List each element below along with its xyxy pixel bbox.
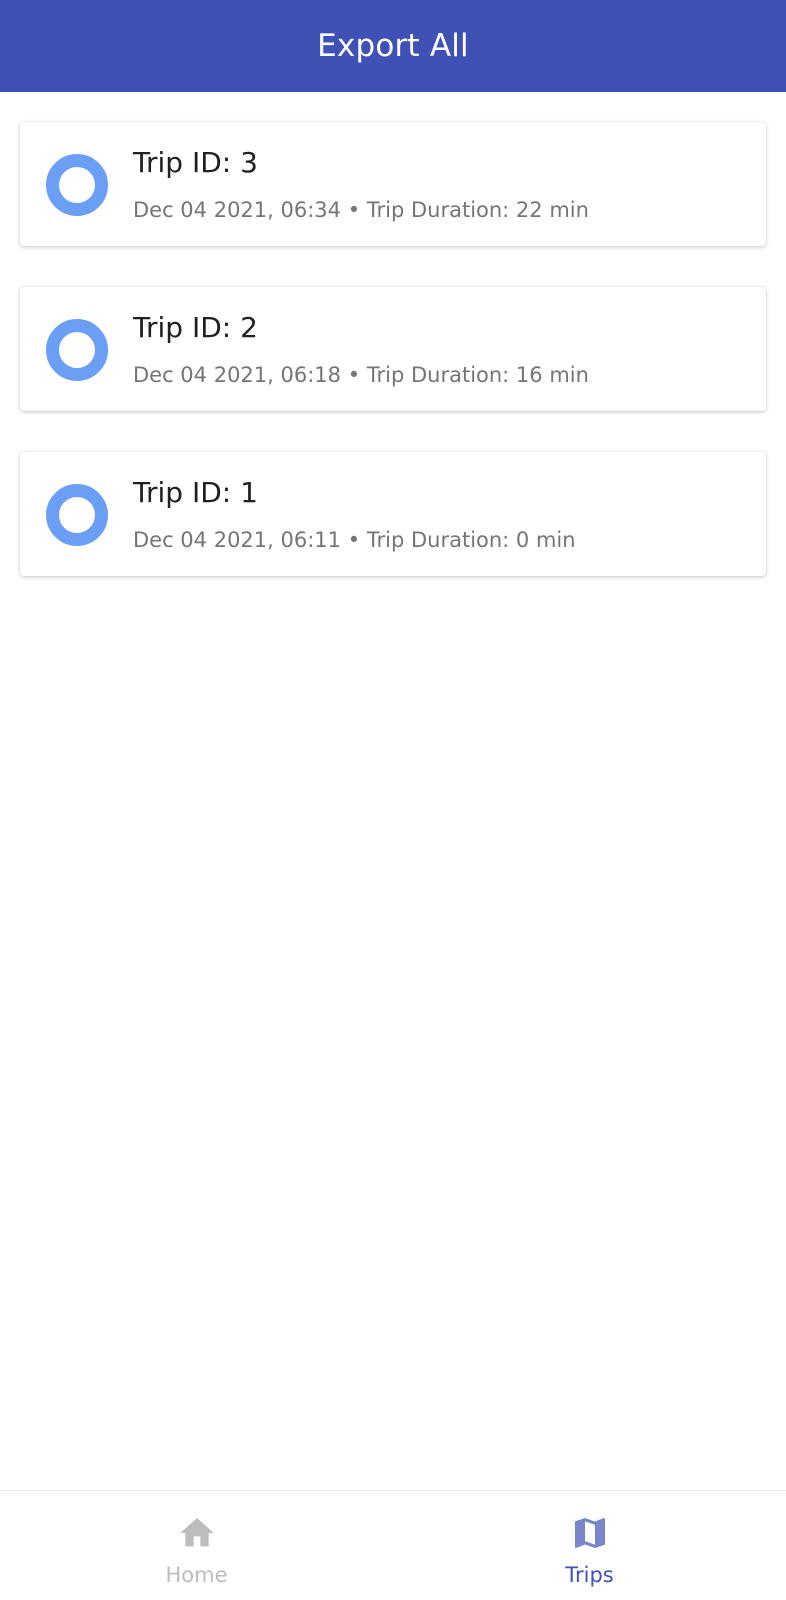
home-icon <box>179 1518 214 1547</box>
nav-label-trips: Trips <box>565 1563 614 1587</box>
trip-card[interactable]: Trip ID: 1 Dec 04 2021, 06:11 • Trip Dur… <box>20 452 766 576</box>
trip-subtitle: Dec 04 2021, 06:34 • Trip Duration: 22 m… <box>133 198 589 222</box>
bottom-navigation: Home Trips <box>0 1490 786 1600</box>
trip-card[interactable]: Trip ID: 3 Dec 04 2021, 06:34 • Trip Dur… <box>20 122 766 246</box>
trip-title: Trip ID: 2 <box>133 311 258 344</box>
map-icon <box>574 1518 605 1548</box>
ring-icon <box>46 319 108 381</box>
trip-subtitle: Dec 04 2021, 06:11 • Trip Duration: 0 mi… <box>133 528 576 552</box>
export-all-button[interactable]: Export All <box>0 0 786 92</box>
nav-item-trips[interactable]: Trips <box>393 1491 786 1600</box>
trip-card[interactable]: Trip ID: 2 Dec 04 2021, 06:18 • Trip Dur… <box>20 287 766 411</box>
trip-subtitle: Dec 04 2021, 06:18 • Trip Duration: 16 m… <box>133 363 589 387</box>
app-root: Export All Trip ID: 3 Dec 04 2021, 06:34… <box>0 0 786 1600</box>
trip-title: Trip ID: 1 <box>133 476 258 509</box>
header-title: Export All <box>317 28 469 64</box>
ring-icon <box>46 484 108 546</box>
nav-label-home: Home <box>165 1563 228 1587</box>
trip-title: Trip ID: 3 <box>133 146 258 179</box>
nav-item-home[interactable]: Home <box>0 1491 393 1600</box>
ring-icon <box>46 154 108 216</box>
